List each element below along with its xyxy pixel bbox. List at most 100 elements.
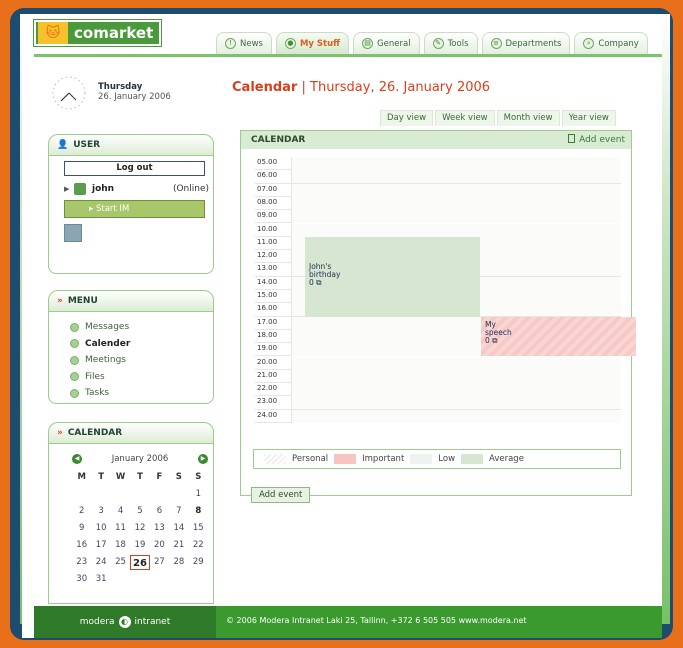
calendar-day[interactable]: 28 [169,555,188,570]
calendar-panel-title: CALENDAR [251,135,306,145]
hour-slot[interactable] [291,369,621,383]
calendar-day[interactable]: 20 [150,538,169,553]
hour-slot[interactable] [291,356,621,370]
calendar-day[interactable]: 14 [169,521,188,536]
hour-label: 08.00 [257,197,287,209]
hour-slot[interactable] [291,409,621,423]
calendar-day[interactable]: 10 [91,521,110,536]
calendar-event[interactable]: John's birthday 0 ⧉ [305,236,480,317]
footer-brand[interactable]: modera ◐ intranet [34,606,216,638]
hour-label: 07.00 [257,184,287,196]
hour-row[interactable]: 23.00 [255,396,621,410]
calendar-day[interactable]: 13 [150,521,169,536]
calendar-day[interactable]: 24 [91,555,110,570]
menu-item-meetings[interactable]: Meetings [70,352,130,369]
tab-general[interactable]: ▤ General [353,32,420,54]
calendar-day[interactable]: 3 [91,504,110,519]
play-arrow-icon: ▸ [89,204,96,214]
calendar-day[interactable]: 7 [169,504,188,519]
hour-row[interactable]: 21.00 [255,369,621,384]
add-event-button[interactable]: Add event [251,487,311,503]
tab-company[interactable]: ⌕ Company [574,32,648,54]
calendar-day[interactable]: 30 [72,572,91,587]
hour-label: 16.00 [257,304,287,316]
menu-item-calender[interactable]: Calender [70,336,130,353]
hour-row[interactable]: 24.00 [255,409,621,423]
prev-month-icon[interactable]: ◀ [72,454,82,464]
hour-row[interactable]: 06.00 [255,170,621,184]
hour-label: 09.00 [257,211,287,223]
expand-arrow-icon[interactable]: ▶ [64,185,74,193]
logout-button[interactable]: Log out [64,161,205,176]
add-event-link-label: Add event [579,135,625,145]
tab-label: Departments [505,38,562,49]
calendar-day[interactable]: 22 [189,538,208,553]
hour-slot[interactable] [291,170,621,184]
tab-year-view[interactable]: Year view [561,110,616,126]
calendar-day[interactable]: 18 [111,538,130,553]
hour-slot[interactable] [291,157,621,170]
brand-logo[interactable]: 🐱 comarket [33,19,162,47]
calendar-day[interactable]: 15 [189,521,208,536]
calendar-day[interactable]: 19 [130,538,149,553]
menu-item-tasks[interactable]: Tasks [70,385,130,402]
calendar-day[interactable]: 29 [189,555,208,570]
person-icon: ● [284,38,296,49]
footer-text: © 2006 Modera Intranet Laki 25, Tallinn,… [226,616,527,625]
calendar-day[interactable]: 12 [130,521,149,536]
calendar-day-today[interactable]: 26 [130,555,150,570]
calendar-day[interactable]: 31 [91,572,110,587]
calendar-day[interactable]: 4 [111,504,130,519]
next-month-icon[interactable]: ▶ [198,454,208,464]
tab-tools[interactable]: ✎ Tools [423,32,478,54]
tab-day-view[interactable]: Day view [380,110,434,126]
calendar-day[interactable]: 1 [189,487,208,502]
hour-slot[interactable] [291,383,621,397]
hour-row[interactable]: 22.00 [255,383,621,397]
avatar[interactable] [64,224,82,242]
hour-slot[interactable] [291,196,621,210]
hour-slot[interactable] [291,183,621,197]
tab-departments[interactable]: ≡ Departments [481,32,571,54]
menu-item-messages[interactable]: Messages [70,319,130,336]
calendar-day[interactable]: 5 [130,504,149,519]
hour-row[interactable]: 10.00 [255,223,621,237]
tab-news[interactable]: ! News [216,32,272,54]
hour-row[interactable]: 09.00 [255,210,621,224]
hour-row[interactable]: 07.00 [255,183,621,197]
tab-month-view[interactable]: Month view [496,110,560,126]
calendar-day[interactable]: 6 [150,504,169,519]
add-event-link[interactable]: Add event [568,131,625,149]
legend-label: Important [362,454,405,464]
calendar-day[interactable]: 9 [72,521,91,536]
legend-swatch-personal [264,454,286,464]
calendar-day[interactable]: 11 [111,521,130,536]
calendar-day[interactable]: 17 [91,538,110,553]
calendar-box-header[interactable]: » CALENDAR [48,422,214,444]
calendar-day[interactable]: 8 [189,504,208,519]
hour-slot[interactable] [291,223,621,237]
calendar-day[interactable]: 16 [72,538,91,553]
tab-label: Company [598,38,639,49]
page: 🐱 comarket ! News ● My Stuff ▤ General ✎… [22,14,662,638]
tab-my-stuff[interactable]: ● My Stuff [275,32,350,54]
user-box-header[interactable]: 👤 USER [48,134,214,156]
hour-slot[interactable] [291,210,621,224]
hour-row[interactable]: 08.00 [255,196,621,211]
hour-row[interactable]: 20.00 [255,356,621,370]
hour-slot[interactable] [291,396,621,410]
calendar-day[interactable]: 21 [169,538,188,553]
menu-box-header[interactable]: » MENU [48,290,214,312]
user-row[interactable]: ▶ john (Online) [64,182,209,196]
start-im-button[interactable]: ▸ Start IM [64,200,205,218]
calendar-day[interactable]: 23 [72,555,91,570]
menu-box-title: MENU [67,296,98,306]
hour-row[interactable]: 05.00 [255,157,621,171]
calendar-day[interactable]: 25 [111,555,130,570]
calendar-event[interactable]: My speech 0 ⧉ [481,316,636,357]
calendar-day[interactable]: 27 [150,555,169,570]
tab-week-view[interactable]: Week view [435,110,495,126]
hour-label: 12.00 [257,251,287,263]
calendar-day[interactable]: 2 [72,504,91,519]
menu-item-files[interactable]: Files [70,369,130,386]
